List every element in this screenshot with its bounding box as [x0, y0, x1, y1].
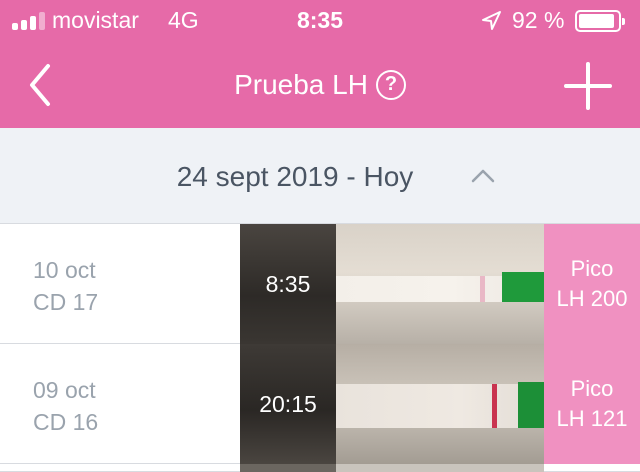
entry-date: 09 oct	[33, 377, 96, 403]
entry-date: 10 oct	[33, 257, 96, 283]
entry-cycle-day: CD 16	[33, 409, 99, 435]
result-label: Pico	[570, 376, 614, 401]
page-title: Prueba LH	[234, 69, 368, 100]
result-badge[interactable]: Pico LH 121	[544, 344, 640, 464]
help-icon[interactable]: ?	[375, 70, 406, 100]
battery-fill	[579, 14, 614, 28]
battery-percent: 92 %	[512, 7, 565, 33]
test-strip-photo[interactable]: 20:15	[240, 344, 544, 464]
test-entry-row[interactable]	[0, 464, 640, 472]
entry-time: 8:35	[265, 271, 311, 297]
result-label: Pico	[570, 256, 614, 281]
entry-cycle-day: CD 17	[33, 289, 99, 315]
battery-icon	[575, 10, 625, 32]
app-header: movistar 4G 8:35 92 % Prueba LH?	[0, 0, 640, 128]
test-strip-photo[interactable]	[240, 464, 336, 472]
status-bar: movistar 4G 8:35 92 %	[0, 0, 640, 40]
lh-value: LH 200	[556, 286, 628, 311]
result-badge[interactable]: Pico LH 200	[544, 224, 640, 344]
test-entry-row[interactable]: 09 oct CD 16 20:15 Pico LH 121	[0, 344, 640, 464]
test-strip-photo-strip	[336, 464, 544, 472]
location-arrow-icon	[482, 11, 501, 30]
test-strip-photo[interactable]: 8:35	[240, 224, 544, 344]
entry-time: 20:15	[259, 391, 317, 417]
test-entry-row[interactable]: 10 oct CD 17 8:35 Pico LH 200	[0, 224, 640, 344]
cycle-header[interactable]: 24 sept 2019 - Hoy	[0, 128, 640, 224]
cycle-date-range: 24 sept 2019 - Hoy	[176, 161, 414, 192]
chevron-up-icon[interactable]	[470, 168, 496, 184]
lh-value: LH 121	[556, 406, 628, 431]
nav-title-group: Prueba LH?	[0, 66, 640, 104]
add-test-button[interactable]	[562, 60, 614, 112]
